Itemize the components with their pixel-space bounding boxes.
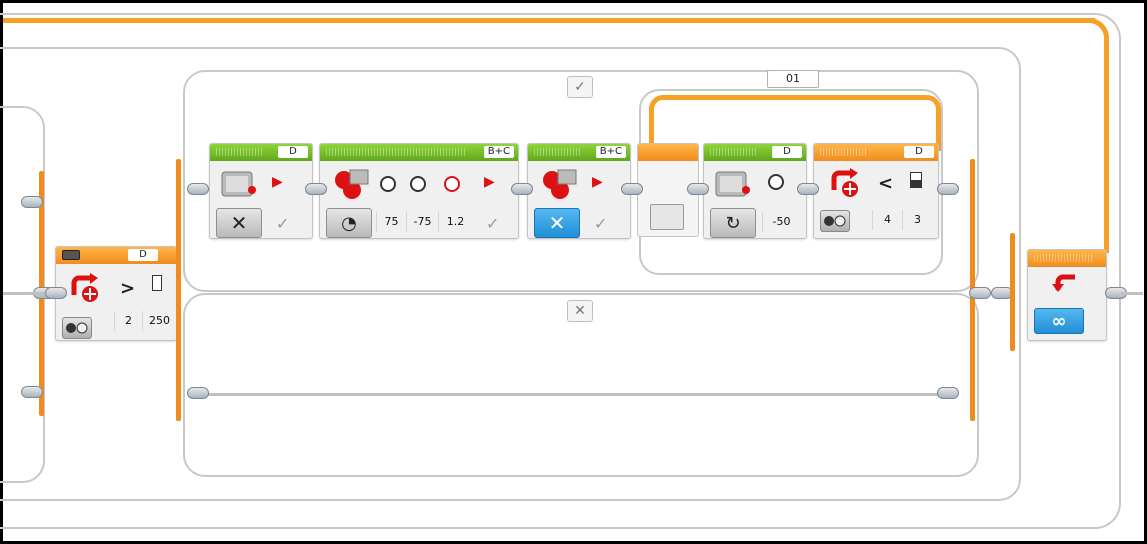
move-tank-off-brake-check[interactable]: ✓: [594, 214, 607, 234]
connector-3: [621, 183, 643, 195]
power-dial-icon: [768, 174, 784, 190]
move-tank-seconds-header: B+C: [320, 144, 518, 161]
left-connector-top: [21, 196, 43, 208]
compare-symbol: >: [120, 278, 136, 299]
motor-rotation-icon-2: [828, 168, 860, 198]
loop-start-header: [638, 144, 698, 161]
play-marker-icon-2: ▶: [484, 174, 495, 190]
move-tank-off-header: B+C: [528, 144, 630, 161]
wait-threshold[interactable]: 3: [902, 210, 932, 230]
loop-out-wire: [1121, 292, 1143, 295]
stop-x-icon: ✕: [230, 211, 248, 235]
true-case-tab[interactable]: ✓: [567, 76, 593, 98]
false-case-connector-right: [937, 387, 959, 399]
connector-1: [305, 183, 327, 195]
loop-arrow-icon: [1050, 272, 1082, 302]
play-marker-icon-3: ▶: [592, 174, 603, 190]
medium-motor-off-port[interactable]: D: [278, 146, 308, 158]
move-tank-seconds-port[interactable]: B+C: [483, 146, 514, 158]
loop-start-mode[interactable]: [650, 204, 684, 230]
move-tank-icon-2: [538, 166, 582, 199]
compare-mode-button[interactable]: [62, 317, 92, 339]
seconds-timer-icon: [444, 176, 460, 192]
move-tank-off-mode[interactable]: ✕: [534, 208, 580, 238]
medium-motor-on-mode[interactable]: ↻: [710, 208, 756, 238]
motor-rotation-icon: [68, 273, 100, 303]
false-case-wire: [199, 393, 949, 396]
switch-block[interactable]: D > 2 250: [55, 246, 177, 341]
switch-out-connector: [969, 287, 991, 299]
threshold-icon: [152, 275, 162, 291]
stop-x-icon-2: ✕: [548, 211, 566, 235]
switch-left-bar: [176, 159, 181, 421]
connector-5: [797, 183, 819, 195]
move-tank-seconds-mode[interactable]: ◔: [326, 208, 372, 238]
move-tank-brake-check[interactable]: ✓: [486, 214, 499, 234]
timer-mode-icon: ◔: [341, 212, 357, 234]
medium-motor-off-mode[interactable]: ✕: [216, 208, 262, 238]
medium-motor-icon-2: [712, 168, 756, 200]
wait-block-port[interactable]: D: [904, 146, 934, 158]
medium-motor-on-block[interactable]: D ↻ -50: [703, 143, 807, 239]
loop-mode-label: ∞: [1051, 310, 1067, 332]
loop-end-bar: [1010, 233, 1015, 351]
wait-compare-symbol: <: [878, 173, 894, 194]
true-case-connector-left: [187, 183, 209, 195]
switch-block-header: D: [56, 247, 176, 264]
loop-counter: 01: [767, 70, 819, 88]
move-tank-off-block[interactable]: B+C ▶ ✕ ✓: [527, 143, 631, 239]
false-case-connector-left: [187, 387, 209, 399]
wait-block[interactable]: D < 4 3: [813, 143, 939, 239]
loop-end-header: [1028, 250, 1106, 267]
loop-mode-button[interactable]: ∞: [1034, 308, 1084, 334]
power-right-dial-icon: [410, 176, 426, 192]
medium-motor-on-port[interactable]: D: [772, 146, 802, 158]
left-connector-bottom: [21, 386, 43, 398]
medium-motor-icon: [218, 168, 262, 200]
move-tank-icon: [330, 166, 374, 199]
switch-left-connector: [45, 287, 67, 299]
move-tank-off-port[interactable]: B+C: [595, 146, 626, 158]
power-left-dial-icon: [380, 176, 396, 192]
wait-threshold-icon: [910, 172, 922, 188]
play-marker-icon: ▶: [272, 174, 283, 190]
medium-motor-off-header: D: [210, 144, 312, 161]
medium-motor-off-brake-check[interactable]: ✓: [276, 214, 289, 234]
medium-motor-off-block[interactable]: D ▶ ✕ ✓: [209, 143, 313, 239]
loop-end-block[interactable]: ∞: [1027, 249, 1107, 341]
connector-2: [511, 183, 533, 195]
move-tank-power-left[interactable]: 75: [376, 212, 406, 232]
connector-4: [687, 183, 709, 195]
wait-compare-type[interactable]: 4: [872, 210, 902, 230]
wait-block-header: D: [814, 144, 938, 161]
brick-icon: [62, 250, 80, 260]
false-case-tab[interactable]: ✕: [567, 300, 593, 322]
on-rotate-icon: ↻: [725, 212, 741, 234]
move-tank-power-right[interactable]: -75: [406, 212, 438, 232]
switch-port-label[interactable]: D: [128, 249, 158, 261]
wait-mode-button[interactable]: [820, 210, 850, 232]
connector-6: [937, 183, 959, 195]
move-tank-seconds-block[interactable]: B+C ▶ ◔ 75 -75 1.2 ✓: [319, 143, 519, 239]
program-canvas[interactable]: D > 2 250 ✓ ✕ D ▶ ✕ ✓ B+C ▶ ◔ 75 -75 1.2…: [0, 0, 1147, 544]
switch-input-a[interactable]: 2: [114, 311, 142, 331]
medium-motor-power[interactable]: -50: [762, 212, 800, 232]
medium-motor-on-header: D: [704, 144, 806, 161]
move-tank-seconds[interactable]: 1.2: [438, 212, 472, 232]
wire-left-in: [3, 292, 47, 295]
switch-input-b[interactable]: 250: [142, 311, 176, 331]
